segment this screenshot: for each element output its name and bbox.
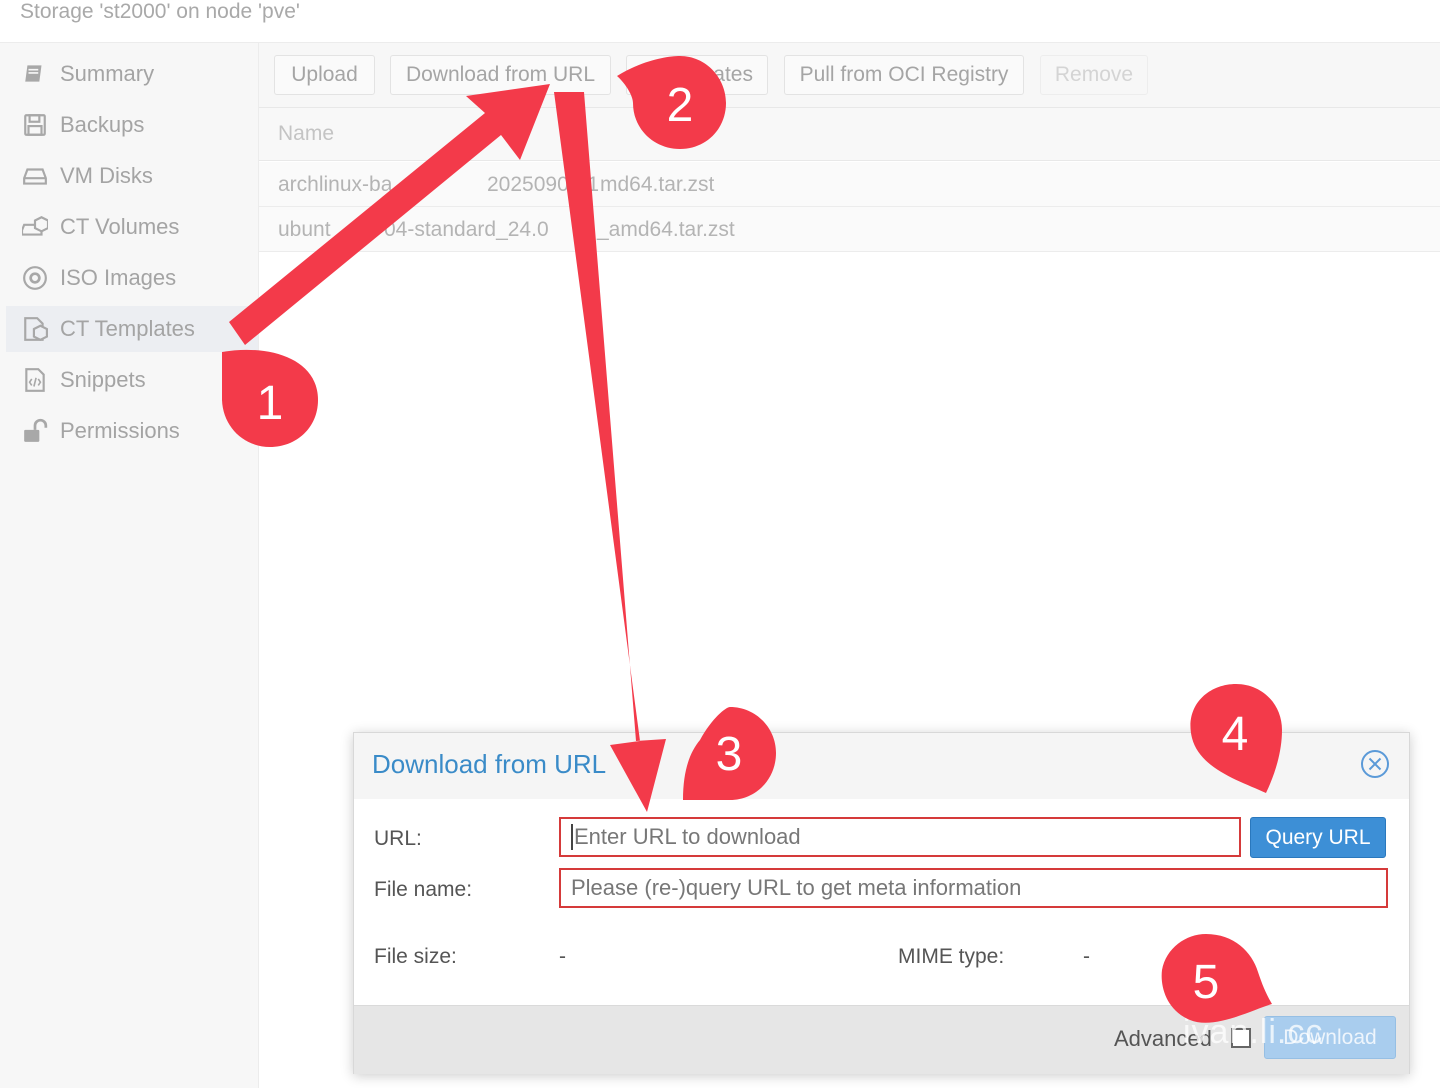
filename-input[interactable]: Please (re-)query URL to get meta inform…	[559, 868, 1388, 908]
row-text-middle: 20250907-1	[487, 173, 600, 196]
sidebar-item-vm-disks[interactable]: VM Disks	[6, 153, 258, 199]
container-volume-icon	[20, 212, 50, 242]
sidebar-item-label: CT Volumes	[60, 214, 180, 239]
sidebar-item-label: Backups	[60, 112, 145, 137]
url-placeholder: Enter URL to download	[574, 824, 801, 849]
dialog-footer: Advanced Download ivan.li.cc	[354, 1005, 1409, 1074]
upload-button[interactable]: Upload	[274, 55, 375, 95]
filename-placeholder: Please (re-)query URL to get meta inform…	[571, 875, 1022, 900]
code-file-icon	[20, 365, 50, 395]
sidebar-item-snippets[interactable]: Snippets	[6, 357, 258, 403]
column-header-name[interactable]: Name	[259, 108, 1440, 161]
disc-icon	[20, 263, 50, 293]
sidebar-item-label: VM Disks	[60, 163, 153, 188]
sidebar-item-permissions[interactable]: Permissions	[6, 408, 258, 454]
book-icon	[20, 59, 50, 89]
sidebar-item-label: Permissions	[60, 418, 180, 443]
sidebar-item-backups[interactable]: Backups	[6, 102, 258, 148]
hard-drive-icon	[20, 161, 50, 191]
sidebar-item-label: Summary	[60, 61, 155, 86]
url-input[interactable]: Enter URL to download	[559, 817, 1241, 857]
sidebar-item-summary[interactable]: Summary	[6, 51, 258, 97]
filename-label: File name:	[374, 878, 473, 901]
template-icon	[20, 314, 50, 344]
row-text-end: md64.tar.zst	[600, 173, 715, 196]
watermark-text: ivan.li.cc	[1183, 1013, 1324, 1051]
close-icon[interactable]	[1360, 749, 1390, 779]
download-url-dialog: Download from URL URL: Enter URL to down…	[353, 732, 1410, 1074]
url-label: URL:	[374, 827, 422, 850]
table-row[interactable]: ubunt 04-standard_24.0 _amd64.tar.zst	[259, 207, 1440, 252]
row-text-start: ubunt	[278, 218, 331, 241]
sidebar-item-ct-templates[interactable]: CT Templates	[6, 306, 258, 352]
floppy-icon	[20, 110, 50, 140]
pull-oci-registry-button[interactable]: Pull from OCI Registry	[784, 55, 1024, 95]
query-url-button[interactable]: Query URL	[1250, 817, 1386, 858]
sidebar-item-label: ISO Images	[60, 265, 177, 290]
toolbar: Upload Download from URL ates Pull from …	[259, 43, 1440, 108]
templates-button[interactable]: ates	[626, 55, 768, 95]
dialog-title: Download from URL	[372, 749, 607, 779]
text-caret	[571, 824, 573, 850]
page-title: Storage 'st2000' on node 'pve'	[20, 0, 300, 23]
filesize-value: -	[559, 945, 566, 968]
remove-button[interactable]: Remove	[1040, 55, 1148, 95]
header-bar: Storage 'st2000' on node 'pve'	[0, 0, 1440, 43]
dialog-header: Download from URL	[354, 733, 1409, 799]
row-text-start: archlinux-ba	[278, 173, 393, 196]
sidebar-item-iso-images[interactable]: ISO Images	[6, 255, 258, 301]
badge-1-label: 1	[257, 377, 284, 430]
unlock-icon	[20, 416, 50, 446]
column-header-label: Name	[278, 122, 335, 145]
row-text-middle: 04-standard_24.0	[384, 218, 549, 241]
table-row[interactable]: archlinux-ba 20250907-1 md64.tar.zst	[259, 162, 1440, 207]
row-text-end: _amd64.tar.zst	[597, 218, 735, 241]
filesize-label: File size:	[374, 945, 457, 968]
sidebar: Summary Backups VM Disks CT Volumes ISO …	[0, 43, 259, 1088]
sidebar-item-ct-volumes[interactable]: CT Volumes	[6, 204, 258, 250]
mime-type-value: -	[1083, 945, 1090, 968]
sidebar-item-label: CT Templates	[60, 316, 195, 341]
download-from-url-button[interactable]: Download from URL	[390, 55, 611, 95]
sidebar-item-label: Snippets	[60, 367, 146, 392]
mime-type-label: MIME type:	[898, 945, 1005, 968]
